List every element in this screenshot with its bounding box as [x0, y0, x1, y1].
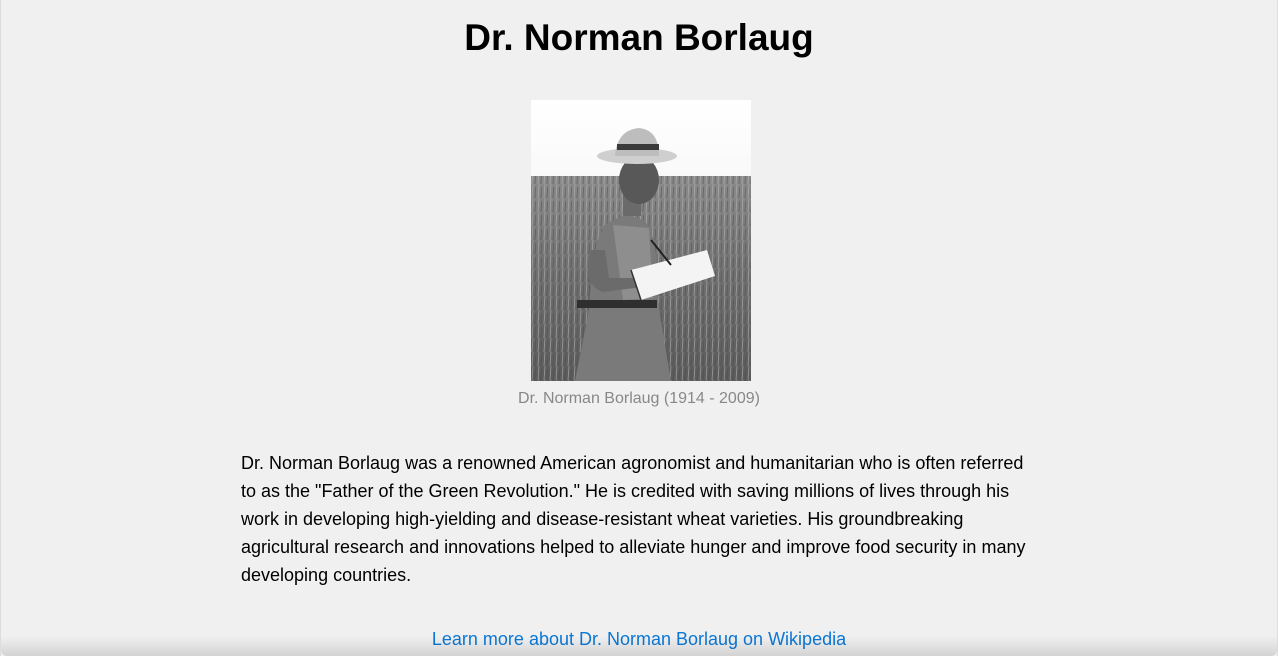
wikipedia-link[interactable]: Learn more about Dr. Norman Borlaug on W… [1, 627, 1277, 651]
page: Dr. Norman Borlaug Dr. Norman Borlaug (1… [0, 0, 1278, 656]
portrait-caption: Dr. Norman Borlaug (1914 - 2009) [518, 390, 760, 407]
portrait-figure [531, 100, 751, 381]
page-title: Dr. Norman Borlaug [464, 17, 814, 58]
portrait-photo [531, 100, 751, 381]
biography-paragraph: Dr. Norman Borlaug was a renowned Americ… [241, 453, 1026, 585]
